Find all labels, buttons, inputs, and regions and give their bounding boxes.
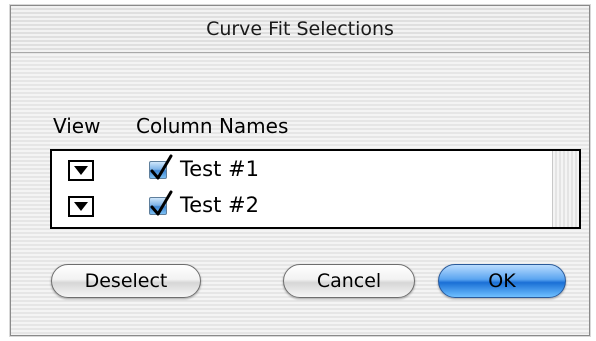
column-name: Test #2 xyxy=(180,193,259,217)
deselect-button[interactable]: Deselect xyxy=(51,264,201,298)
column-checkbox[interactable] xyxy=(149,154,173,180)
window-title: Curve Fit Selections xyxy=(206,18,394,40)
ok-button[interactable]: OK xyxy=(438,264,566,298)
triangle-down-icon xyxy=(74,166,88,175)
column-checkbox[interactable] xyxy=(149,190,173,216)
curve-fit-dialog: Curve Fit Selections View Column Names T… xyxy=(10,5,590,336)
checkmark-icon xyxy=(150,154,173,180)
triangle-down-icon xyxy=(74,202,88,211)
list-item[interactable]: Test #1 xyxy=(52,154,552,189)
view-dropdown-toggle[interactable] xyxy=(68,160,94,181)
column-names-header: Column Names xyxy=(136,114,289,138)
view-column-header: View xyxy=(53,114,101,138)
list-item[interactable]: Test #2 xyxy=(52,190,552,225)
checkmark-icon xyxy=(150,190,173,216)
title-bar[interactable]: Curve Fit Selections xyxy=(11,6,589,53)
vertical-scrollbar[interactable] xyxy=(552,151,579,227)
column-list[interactable]: Test #1 Test #2 xyxy=(50,149,581,229)
cancel-button[interactable]: Cancel xyxy=(283,264,415,298)
view-dropdown-toggle[interactable] xyxy=(68,196,94,217)
column-name: Test #1 xyxy=(180,157,259,181)
